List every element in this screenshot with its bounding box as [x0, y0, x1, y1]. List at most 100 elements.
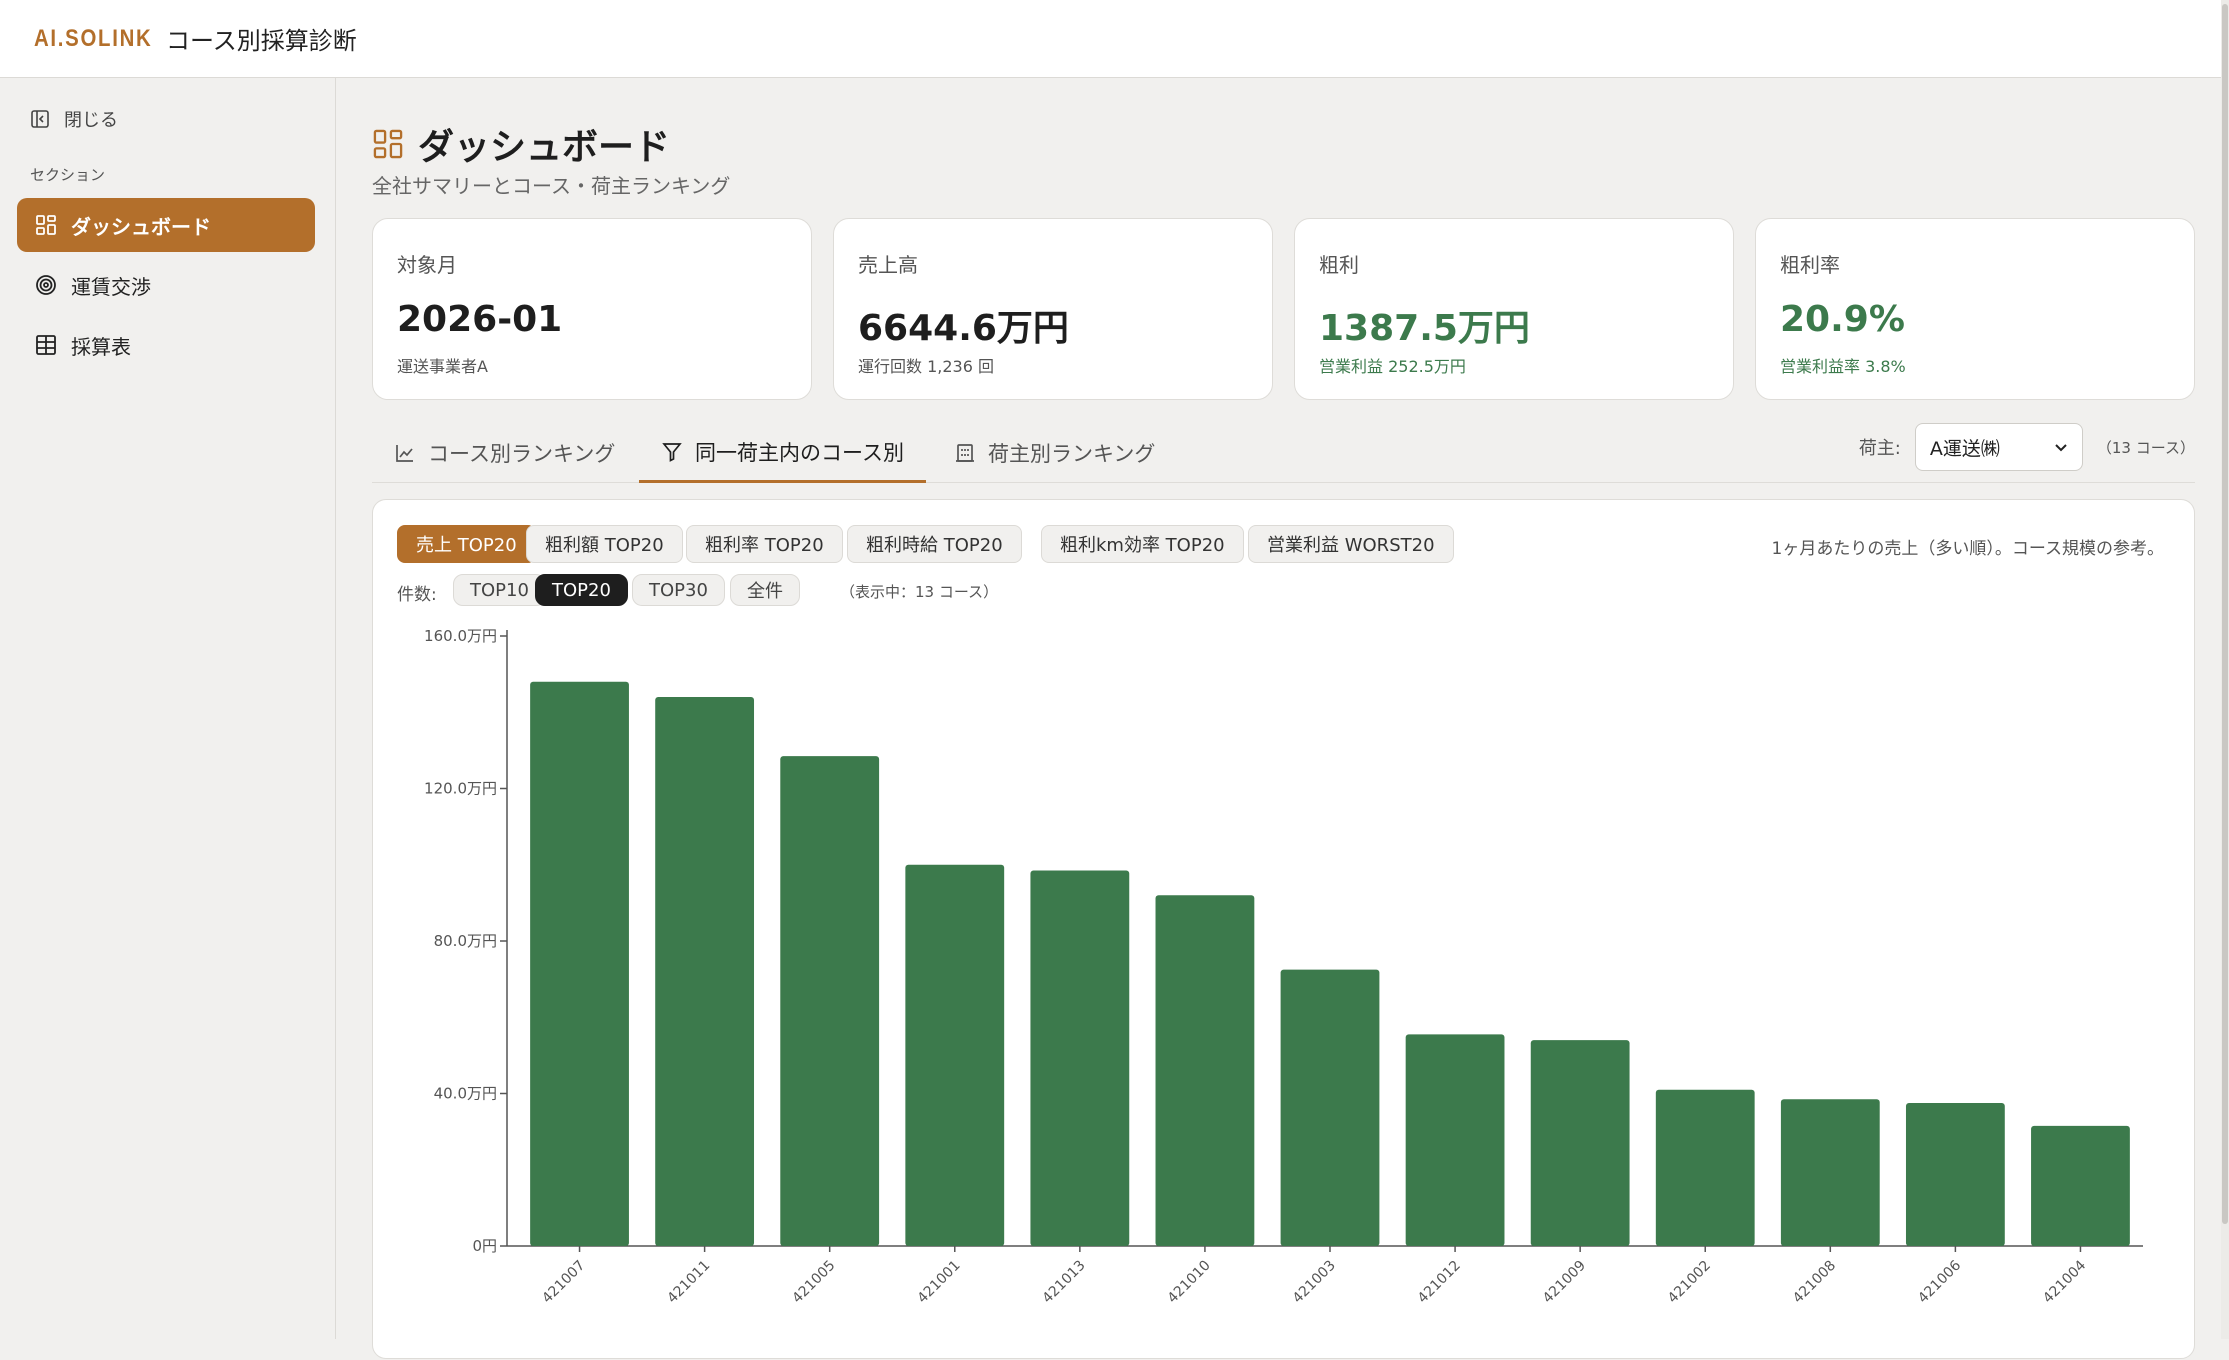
kpi-label: 対象月 — [397, 253, 457, 277]
sidebar-item-label: ダッシュボード — [71, 214, 211, 239]
bar — [1405, 1034, 1505, 1246]
kpi-label: 売上高 — [858, 253, 918, 277]
tab-label: 荷主別ランキング — [988, 442, 1156, 466]
y-tick-label: 40.0万円 — [434, 1085, 497, 1103]
metric-button-hourly-profit-top20[interactable]: 粗利時給 TOP20 — [847, 525, 1022, 563]
count-option-top20[interactable]: TOP20 — [535, 574, 628, 606]
x-tick-label: 421009 — [1540, 1258, 1589, 1307]
app-logo[interactable]: AI.SOLINK — [34, 25, 152, 53]
bar — [1655, 1089, 1755, 1246]
x-tick-label: 421002 — [1665, 1258, 1714, 1307]
x-tick-label: 421008 — [1790, 1258, 1839, 1307]
table-icon — [36, 335, 56, 355]
x-tick-label: 421005 — [789, 1258, 838, 1307]
kpi-value: 6644.6万円 — [858, 308, 1069, 349]
x-tick-label: 421003 — [1290, 1258, 1339, 1307]
y-tick-label: 120.0万円 — [424, 780, 497, 798]
shipper-select-value: A運送㈱ — [1929, 437, 2000, 460]
bar — [655, 697, 755, 1246]
app-title: コース別採算診断 — [166, 27, 357, 55]
metric-button-operating-profit-worst20[interactable]: 営業利益 WORST20 — [1248, 525, 1454, 563]
x-tick-label: 421004 — [2040, 1257, 2089, 1306]
y-tick-label: 0円 — [472, 1237, 497, 1255]
bar — [1905, 1103, 2005, 1246]
tab-label: コース別ランキング — [428, 442, 616, 466]
metric-button-sales-top20[interactable]: 売上 TOP20 — [397, 525, 536, 563]
kpi-sub: 運行回数 1,236 回 — [858, 357, 994, 376]
tab-shipper-ranking[interactable]: 荷主別ランキング — [932, 423, 1177, 483]
sidebar-item-fare-negotiation[interactable]: 運賃交渉 — [17, 258, 315, 312]
kpi-card-target-month: 対象月 2026-01 運送事業者A — [372, 218, 812, 400]
kpi-card-gross-margin: 粗利率 20.9% 営業利益率 3.8% — [1755, 218, 2195, 400]
sidebar-item-label: 運賃交渉 — [71, 274, 151, 299]
metric-button-gross-profit-top20[interactable]: 粗利額 TOP20 — [526, 525, 683, 563]
page-title: ダッシュボード — [418, 127, 671, 168]
kpi-value: 20.9% — [1780, 299, 1905, 340]
showing-count: （表示中：13 コース） — [840, 583, 999, 601]
main-content: ダッシュボード 全社サマリーとコース・荷主ランキング 対象月 2026-01 運… — [336, 78, 2221, 1359]
tab-label: 同一荷主内のコース別 — [695, 440, 904, 465]
kpi-card-gross-profit: 粗利 1387.5万円 営業利益 252.5万円 — [1294, 218, 1734, 400]
chevron-down-icon — [2055, 444, 2067, 452]
bar — [780, 756, 880, 1246]
sidebar-close-button[interactable]: 閉じる — [30, 106, 118, 132]
page-scrollbar-thumb[interactable] — [2222, 4, 2228, 1224]
chart-line-icon — [396, 445, 413, 462]
kpi-sub: 運送事業者A — [397, 357, 488, 376]
kpi-sub: 営業利益率 3.8% — [1780, 357, 1906, 376]
tab-course-ranking[interactable]: コース別ランキング — [372, 423, 637, 483]
ranking-tabs: コース別ランキング 同一荷主内のコース別 荷主別ランキング 荷主: A運送㈱ （… — [372, 423, 2195, 483]
x-tick-label: 421012 — [1415, 1258, 1464, 1307]
sidebar-collapse-icon — [31, 110, 49, 128]
shipper-select[interactable]: A運送㈱ — [1914, 423, 2083, 471]
kpi-value: 1387.5万円 — [1319, 308, 1530, 349]
metric-button-km-efficiency-top20[interactable]: 粗利km効率 TOP20 — [1041, 525, 1244, 563]
shipper-course-count: （13 コース） — [2096, 438, 2195, 457]
x-tick-label: 421011 — [664, 1258, 713, 1307]
count-label: 件数: — [397, 585, 437, 605]
kpi-label: 粗利 — [1319, 253, 1359, 277]
sidebar-item-label: 採算表 — [71, 334, 131, 359]
bar — [1780, 1099, 1880, 1246]
sidebar: 閉じる セクション ダッシュボード 運賃交渉 採算表 — [0, 78, 336, 1339]
x-tick-label: 421001 — [914, 1258, 963, 1307]
dashboard-icon — [373, 129, 403, 159]
bar — [530, 681, 629, 1246]
bar — [1280, 969, 1380, 1246]
filter-icon — [662, 442, 682, 462]
bar — [1530, 1040, 1630, 1246]
y-tick-label: 160.0万円 — [424, 627, 497, 645]
chart-panel: 売上 TOP20 粗利額 TOP20 粗利率 TOP20 粗利時給 TOP20 … — [372, 499, 2195, 1359]
top-bar: AI.SOLINK コース別採算診断 — [0, 0, 2229, 78]
sales-bar-chart: 0円 40.0万円 80.0万円 120.0万円 160.0万円 421007 421011… — [424, 627, 2143, 1307]
page-scrollbar[interactable] — [2221, 0, 2229, 1339]
kpi-label: 粗利率 — [1780, 253, 1840, 277]
kpi-value: 2026-01 — [397, 299, 563, 340]
page-header: ダッシュボード — [372, 118, 670, 170]
tab-same-shipper-course[interactable]: 同一荷主内のコース別 — [639, 423, 926, 483]
bar — [2031, 1125, 2130, 1246]
sidebar-item-dashboard[interactable]: ダッシュボード — [17, 198, 315, 252]
sidebar-close-label: 閉じる — [64, 110, 118, 131]
count-option-top10[interactable]: TOP10 — [453, 574, 546, 606]
y-tick-label: 80.0万円 — [434, 932, 497, 950]
x-tick-label: 421013 — [1040, 1258, 1089, 1307]
target-icon — [36, 275, 56, 295]
count-option-top30[interactable]: TOP30 — [632, 574, 725, 606]
sidebar-section-label: セクション — [30, 166, 106, 184]
bar — [905, 864, 1005, 1246]
x-tick-label: 421010 — [1165, 1258, 1214, 1307]
x-tick-label: 421007 — [539, 1258, 588, 1307]
kpi-sub: 営業利益 252.5万円 — [1319, 357, 1466, 376]
building-icon — [956, 444, 974, 462]
bar — [1030, 870, 1130, 1246]
x-tick-label: 421006 — [1915, 1257, 1964, 1306]
sidebar-item-profit-table[interactable]: 採算表 — [17, 318, 315, 372]
shipper-selector: 荷主: A運送㈱ （13 コース） — [1859, 423, 2195, 471]
count-option-all[interactable]: 全件 — [730, 574, 800, 606]
bar — [1155, 895, 1255, 1246]
chart-description: 1ヶ月あたりの売上（多い順）。コース規模の参考。 — [1771, 539, 2164, 559]
kpi-card-sales: 売上高 6644.6万円 運行回数 1,236 回 — [833, 218, 1273, 400]
page-subtitle: 全社サマリーとコース・荷主ランキング — [372, 174, 731, 198]
metric-button-gross-margin-top20[interactable]: 粗利率 TOP20 — [686, 525, 843, 563]
